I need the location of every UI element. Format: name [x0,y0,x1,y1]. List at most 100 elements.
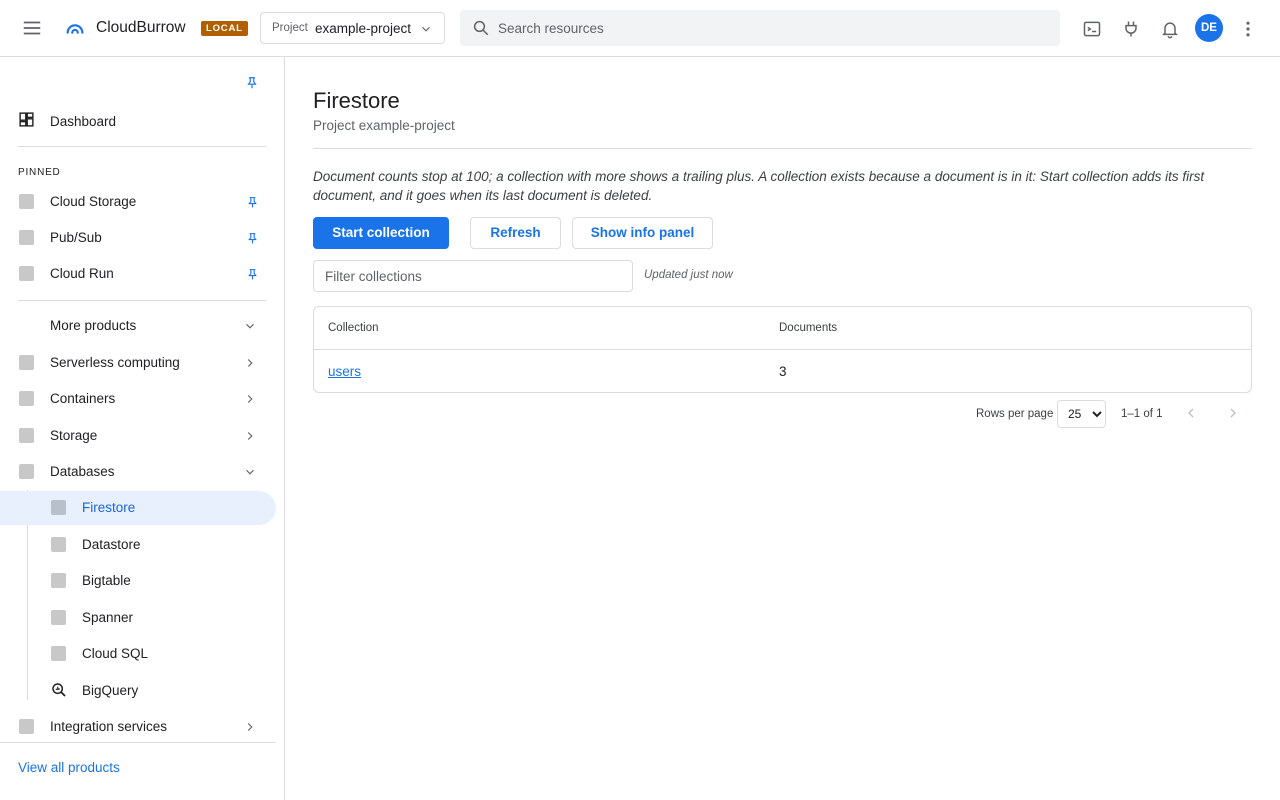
pagination-range: 1–1 of 1 [1121,408,1163,420]
integration-services-icon [19,719,34,734]
dashboard-icon [19,112,34,127]
documents-cell: 3 [779,364,787,379]
pinned-header: PINNED [18,167,61,178]
bell-icon[interactable] [1160,19,1180,39]
refresh-button[interactable]: Refresh [470,217,561,249]
start-collection-button[interactable]: Start collection [313,217,449,249]
sidebar-item-label: Bigtable [82,573,131,588]
pin-icon[interactable] [246,268,259,281]
divider [313,148,1252,149]
chevron-down-icon [246,469,254,475]
env-badge: LOCAL [201,21,248,36]
cloudburrow-logo-icon [66,24,84,34]
project-value: example-project [315,21,412,36]
sidebar-item-bigtable[interactable]: Bigtable [0,564,276,598]
project-label: Project [272,22,308,34]
sidebar-item-datastore[interactable]: Datastore [0,528,276,562]
sidebar-item-label: Containers [50,391,116,406]
sidebar-item-dashboard[interactable]: Dashboard [50,114,116,129]
serverless-icon [19,355,34,370]
more-vert-icon[interactable] [1238,19,1258,39]
search-input[interactable] [498,10,1048,46]
sidebar-item-firestore[interactable]: Firestore [0,491,276,525]
sidebar-item-label: More products [50,318,137,333]
pin-icon[interactable] [246,196,259,209]
sidebar-item-containers[interactable]: Containers [0,382,276,416]
info-note: Document counts stop at 100; a collectio… [313,169,1205,203]
chevron-right-icon [247,359,253,367]
sidebar-item-cloud-sql[interactable]: Cloud SQL [0,637,276,671]
previous-page-icon[interactable] [1183,405,1199,421]
sidebar: Dashboard PINNED Cloud Storage Pub/Sub C… [0,57,285,800]
collections-table: Collection Documents users 3 [313,306,1252,393]
table-row[interactable]: users 3 [314,350,1251,392]
chevron-right-icon [247,432,253,440]
sidebar-item-label: Integration services [50,719,168,734]
next-page-icon[interactable] [1225,405,1241,421]
chevron-right-icon [247,395,253,403]
sidebar-item-label: Cloud Run [50,266,114,281]
sidebar-item-label: Cloud Storage [50,194,137,209]
sidebar-item-label: Storage [50,428,98,443]
bigquery-icon [52,683,66,697]
main-content: Firestore Project example-project Docume… [285,57,1280,800]
view-all-products-link[interactable]: View all products [18,760,120,775]
project-selector[interactable]: Project example-project [260,12,445,44]
containers-icon [19,391,34,406]
filter-collections-input[interactable] [313,260,633,292]
sidebar-item-databases[interactable]: Databases [0,455,276,489]
sidebar-item-integration-services[interactable]: Integration services [0,710,276,744]
search-bar[interactable] [460,10,1060,46]
sidebar-item-label: Spanner [82,610,134,625]
pin-sidebar-icon[interactable] [245,76,259,90]
cloud-run-icon [19,266,34,281]
sidebar-item-cloud-storage[interactable]: Cloud Storage [0,185,276,219]
terminal-icon[interactable] [1082,19,1102,39]
bigtable-icon [51,573,66,588]
cloud-storage-icon [19,194,34,209]
collection-cell: users [328,364,361,379]
pin-icon[interactable] [246,232,259,245]
sidebar-item-label: Cloud SQL [82,646,149,661]
updated-status: Updated just now [644,269,733,281]
sidebar-item-pubsub[interactable]: Pub/Sub [0,221,276,255]
datastore-icon [51,537,66,552]
divider [18,300,266,301]
sidebar-item-label: Datastore [82,537,141,552]
column-header-collection[interactable]: Collection [328,322,379,334]
rows-per-page-select[interactable]: 25 [1057,400,1106,428]
sidebar-item-label: Databases [50,464,115,479]
sidebar-item-serverless[interactable]: Serverless computing [0,346,276,380]
cloud-sql-icon [51,646,66,661]
search-icon [473,20,489,36]
menu-icon[interactable] [21,17,43,39]
chevron-down-icon [246,323,254,329]
show-info-panel-button[interactable]: Show info panel [572,217,713,249]
pubsub-icon [19,230,34,245]
brand-name[interactable]: CloudBurrow [96,19,186,37]
column-header-documents[interactable]: Documents [779,322,837,334]
divider [18,146,266,147]
avatar[interactable]: DE [1195,14,1223,42]
rows-per-page-label: Rows per page [976,408,1054,420]
sidebar-item-spanner[interactable]: Spanner [0,601,276,635]
spanner-icon [51,610,66,625]
collection-link[interactable]: users [328,364,361,379]
sidebar-item-more-products[interactable]: More products [0,309,276,343]
chevron-right-icon [247,723,253,731]
sidebar-item-label: BigQuery [82,683,139,698]
page-title: Firestore [313,88,400,113]
sidebar-item-label: Pub/Sub [50,230,102,245]
sidebar-item-bigquery[interactable]: BigQuery [0,674,276,708]
page-subtitle: Project example-project [313,118,455,133]
chevron-down-icon [422,26,430,32]
plug-icon[interactable] [1121,19,1141,39]
sidebar-item-storage[interactable]: Storage [0,419,276,453]
sidebar-item-label: Serverless computing [50,355,180,370]
divider [0,742,276,743]
sidebar-item-label: Firestore [82,500,136,515]
databases-icon [19,464,34,479]
sidebar-item-cloud-run[interactable]: Cloud Run [0,257,276,291]
storage-icon [19,428,34,443]
firestore-icon [51,500,66,515]
